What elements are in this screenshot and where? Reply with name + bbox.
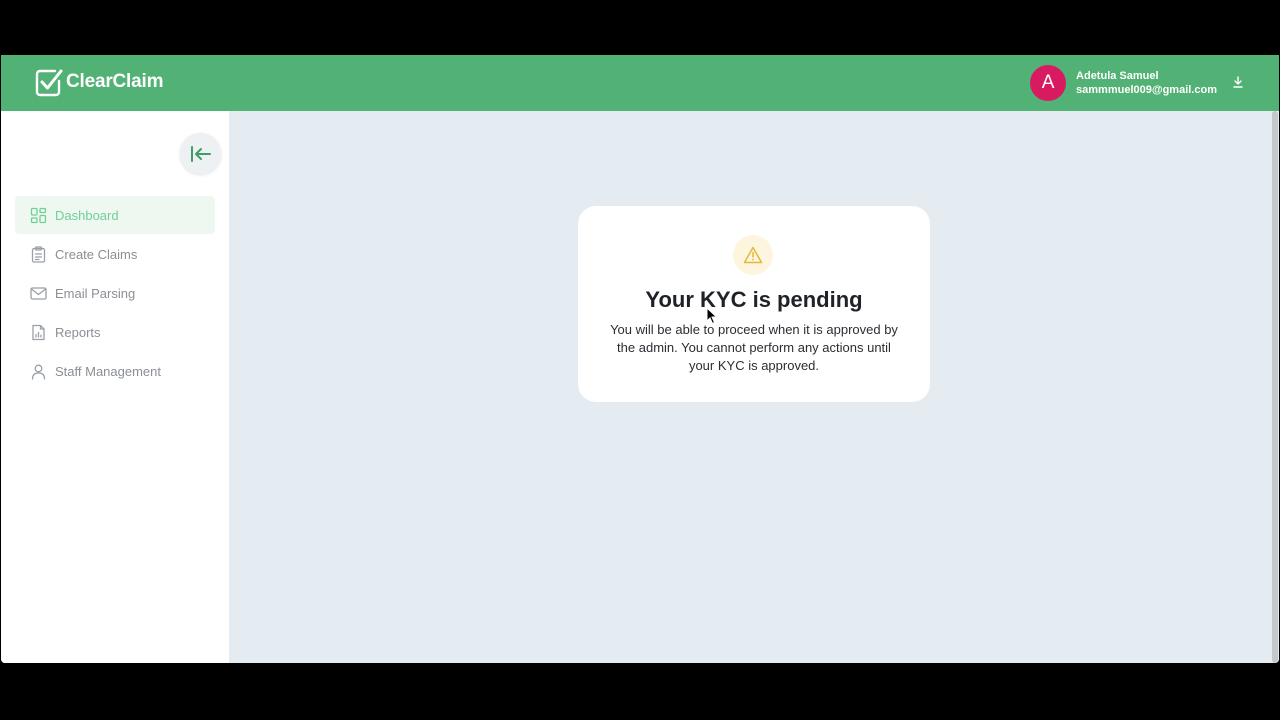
- check-logo-icon: [35, 69, 63, 97]
- kyc-pending-card: Your KYC is pending You will be able to …: [578, 206, 930, 402]
- user-name: Adetula Samuel: [1076, 70, 1159, 82]
- scrollbar-thumb[interactable]: [1272, 111, 1278, 663]
- kyc-title: Your KYC is pending: [645, 287, 863, 312]
- user-icon: [31, 364, 46, 380]
- sidebar: Dashboard Create Claims Email Parsing Re…: [1, 111, 229, 663]
- dashboard-grid-icon: [30, 207, 47, 223]
- clipboard-icon: [31, 245, 46, 263]
- report-icon: [32, 324, 45, 340]
- sidebar-item-staff-management[interactable]: Staff Management: [15, 352, 215, 390]
- sidebar-nav: Dashboard Create Claims Email Parsing Re…: [15, 196, 215, 391]
- warning-badge: [733, 235, 773, 275]
- sidebar-item-label: Email Parsing: [55, 285, 136, 301]
- sidebar-item-reports[interactable]: Reports: [15, 313, 215, 351]
- mail-icon: [30, 286, 47, 300]
- top-header: ClearClaim A Adetula Samuel sammmuel009@…: [1, 55, 1279, 111]
- kyc-message: You will be able to proceed when it is a…: [610, 322, 898, 373]
- main-scrollbar[interactable]: [1271, 111, 1279, 663]
- user-email: sammmuel009@gmail.com: [1076, 84, 1217, 96]
- arrow-down-icon[interactable]: [1231, 76, 1245, 90]
- user-menu[interactable]: A Adetula Samuel sammmuel009@gmail.com: [1030, 65, 1245, 101]
- sidebar-item-email-parsing[interactable]: Email Parsing: [15, 274, 215, 312]
- user-info: Adetula Samuel sammmuel009@gmail.com: [1076, 69, 1217, 97]
- brand-name: ClearClaim: [66, 71, 164, 92]
- sidebar-item-label: Create Claims: [55, 246, 138, 262]
- sidebar-item-label: Reports: [55, 324, 101, 340]
- sidebar-collapse-button[interactable]: [180, 133, 221, 174]
- avatar[interactable]: A: [1030, 65, 1067, 101]
- sidebar-item-create-claims[interactable]: Create Claims: [15, 235, 215, 273]
- warning-icon: [743, 246, 763, 264]
- collapse-left-icon: [190, 145, 211, 162]
- sidebar-item-dashboard[interactable]: Dashboard: [15, 196, 215, 234]
- sidebar-item-label: Dashboard: [55, 207, 119, 223]
- sidebar-item-label: Staff Management: [55, 363, 161, 379]
- brand-logo[interactable]: ClearClaim: [35, 67, 163, 97]
- mouse-pointer-icon: [706, 307, 718, 325]
